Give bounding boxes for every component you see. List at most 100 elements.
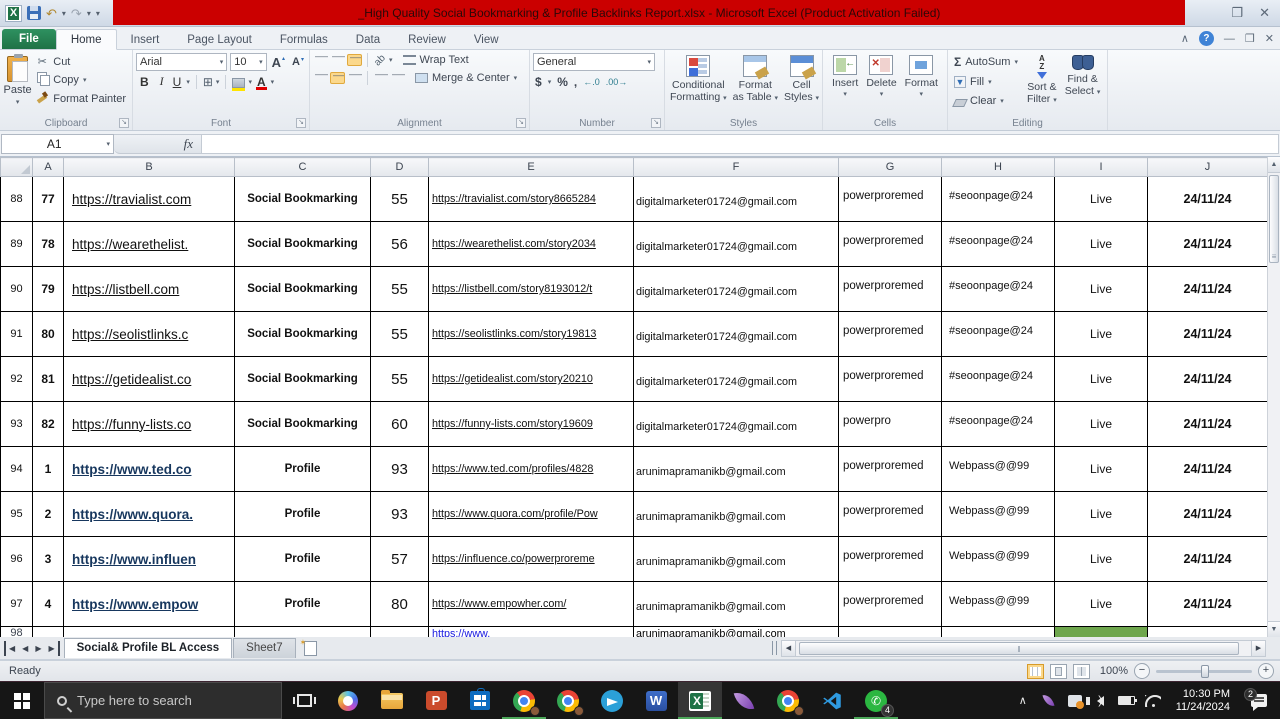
column-header-E[interactable]: E bbox=[429, 158, 634, 177]
align-bottom-icon[interactable]: ——— bbox=[347, 54, 362, 66]
cell-D96[interactable]: 57 bbox=[371, 537, 429, 582]
cell-C93[interactable]: Social Bookmarking bbox=[235, 402, 371, 447]
row-header-98[interactable]: 98 bbox=[1, 627, 33, 638]
font-family-select[interactable]: Arial ▾ bbox=[136, 53, 227, 71]
format-as-table-button[interactable]: Format as Table ▾ bbox=[731, 53, 780, 116]
comma-style-icon[interactable]: , bbox=[574, 75, 577, 89]
align-top-icon[interactable]: ——— bbox=[313, 54, 328, 66]
first-sheet-icon[interactable]: ◀ bbox=[4, 641, 18, 656]
cell-G95[interactable]: powerproremed bbox=[839, 492, 942, 537]
cell-B98[interactable] bbox=[64, 627, 235, 638]
battery-icon[interactable] bbox=[1116, 682, 1138, 719]
cut-button[interactable]: ✂ Cut bbox=[32, 53, 129, 70]
cell-F98[interactable]: arunimapramanikb@gmail.com bbox=[634, 627, 839, 638]
merge-center-button[interactable]: Merge & Center ▾ bbox=[415, 72, 517, 84]
cell-J94[interactable]: 24/11/24 bbox=[1148, 447, 1268, 492]
cell-G91[interactable]: powerproremed bbox=[839, 312, 942, 357]
wrap-text-button[interactable]: Wrap Text bbox=[403, 54, 469, 66]
sheet-tab-0[interactable]: Social& Profile BL Access bbox=[64, 638, 233, 658]
column-header-A[interactable]: A bbox=[33, 158, 64, 177]
tray-feather-icon[interactable] bbox=[1038, 682, 1060, 719]
cell-D91[interactable]: 55 bbox=[371, 312, 429, 357]
sheet-tab-1[interactable]: Sheet7 bbox=[233, 638, 295, 658]
cell-C97[interactable]: Profile bbox=[235, 582, 371, 627]
undo-icon[interactable]: ↶ bbox=[46, 7, 57, 20]
cell-G96[interactable]: powerproremed bbox=[839, 537, 942, 582]
cell-J98[interactable] bbox=[1148, 627, 1268, 638]
clear-button[interactable]: Clear ▾ bbox=[951, 93, 1021, 109]
collapse-ribbon-icon[interactable]: ∧ bbox=[1181, 32, 1189, 45]
file-explorer-button[interactable] bbox=[370, 682, 414, 719]
column-header-J[interactable]: J bbox=[1148, 158, 1268, 177]
cell-I94[interactable]: Live bbox=[1055, 447, 1148, 492]
vertical-scrollbar[interactable]: ▲ ▼ bbox=[1267, 157, 1280, 637]
column-header-H[interactable]: H bbox=[942, 158, 1055, 177]
tab-insert[interactable]: Insert bbox=[117, 30, 174, 49]
column-header-B[interactable]: B bbox=[64, 158, 235, 177]
cell-H90[interactable]: #seoonpage@24 bbox=[942, 267, 1055, 312]
cell-C89[interactable]: Social Bookmarking bbox=[235, 222, 371, 267]
cell-E92[interactable]: https://getidealist.com/story20210 bbox=[429, 357, 634, 402]
start-button[interactable] bbox=[0, 682, 44, 719]
zoom-in-button[interactable]: + bbox=[1258, 663, 1274, 679]
last-sheet-icon[interactable]: ▶ bbox=[45, 641, 59, 656]
number-format-select[interactable]: General ▾ bbox=[533, 53, 655, 71]
cell-J89[interactable]: 24/11/24 bbox=[1148, 222, 1268, 267]
tab-file[interactable]: File bbox=[2, 29, 56, 49]
whatsapp-button[interactable]: 4 bbox=[854, 682, 898, 719]
align-left-icon[interactable]: ——— bbox=[313, 72, 328, 84]
cell-C95[interactable]: Profile bbox=[235, 492, 371, 537]
cell-A92[interactable]: 81 bbox=[33, 357, 64, 402]
cell-A91[interactable]: 80 bbox=[33, 312, 64, 357]
cell-B92[interactable]: https://getidealist.co bbox=[64, 357, 235, 402]
align-middle-icon[interactable]: ——— bbox=[330, 54, 345, 66]
percent-style-icon[interactable]: % bbox=[557, 75, 568, 89]
row-header-95[interactable]: 95 bbox=[1, 492, 33, 537]
minimize-workbook-button[interactable]: — bbox=[1224, 33, 1235, 45]
horizontal-scroll-thumb[interactable] bbox=[799, 642, 1239, 655]
cell-F97[interactable]: arunimapramanikb@gmail.com bbox=[634, 582, 839, 627]
redo-dropdown-icon[interactable]: ▾ bbox=[87, 9, 91, 18]
column-header-C[interactable]: C bbox=[235, 158, 371, 177]
cell-B93[interactable]: https://funny-lists.co bbox=[64, 402, 235, 447]
cell-I93[interactable]: Live bbox=[1055, 402, 1148, 447]
clock[interactable]: 10:30 PM 11/24/2024 bbox=[1168, 688, 1238, 714]
tab-view[interactable]: View bbox=[460, 30, 513, 49]
cell-H89[interactable]: #seoonpage@24 bbox=[942, 222, 1055, 267]
clipboard-dialog-launcher[interactable]: ↘ bbox=[119, 118, 129, 128]
zoom-level[interactable]: 100% bbox=[1096, 665, 1128, 677]
cell-A98[interactable] bbox=[33, 627, 64, 638]
zoom-slider-thumb[interactable] bbox=[1201, 665, 1209, 678]
sort-filter-button[interactable]: AZ Sort & Filter ▾ bbox=[1025, 53, 1059, 116]
delete-cells-button[interactable]: Delete ▾ bbox=[864, 53, 898, 116]
feather-app-button[interactable] bbox=[722, 682, 766, 719]
cell-B97[interactable]: https://www.empow bbox=[64, 582, 235, 627]
shrink-font-button[interactable]: A▾ bbox=[290, 56, 306, 68]
cell-H96[interactable]: Webpass@@99 bbox=[942, 537, 1055, 582]
cell-J91[interactable]: 24/11/24 bbox=[1148, 312, 1268, 357]
cell-H95[interactable]: Webpass@@99 bbox=[942, 492, 1055, 537]
cell-G90[interactable]: powerproremed bbox=[839, 267, 942, 312]
cell-styles-button[interactable]: Cell Styles ▾ bbox=[782, 53, 821, 116]
help-icon[interactable]: ? bbox=[1199, 31, 1214, 46]
cell-G93[interactable]: powerpro bbox=[839, 402, 942, 447]
row-header-94[interactable]: 94 bbox=[1, 447, 33, 492]
conditional-formatting-button[interactable]: Conditional Formatting ▾ bbox=[668, 53, 729, 116]
fill-color-dropdown-icon[interactable]: ▾ bbox=[248, 78, 252, 86]
cell-J92[interactable]: 24/11/24 bbox=[1148, 357, 1268, 402]
cell-A96[interactable]: 3 bbox=[33, 537, 64, 582]
cell-E96[interactable]: https://influence.co/powerproreme bbox=[429, 537, 634, 582]
cell-A90[interactable]: 79 bbox=[33, 267, 64, 312]
page-break-view-icon[interactable] bbox=[1073, 664, 1090, 679]
wifi-icon[interactable] bbox=[1142, 682, 1164, 719]
row-header-91[interactable]: 91 bbox=[1, 312, 33, 357]
row-header-97[interactable]: 97 bbox=[1, 582, 33, 627]
cell-F89[interactable]: digitalmarketer01724@gmail.com bbox=[634, 222, 839, 267]
row-header-89[interactable]: 89 bbox=[1, 222, 33, 267]
cell-I96[interactable]: Live bbox=[1055, 537, 1148, 582]
accounting-format-icon[interactable]: $ bbox=[535, 75, 542, 89]
tab-page-layout[interactable]: Page Layout bbox=[173, 30, 266, 49]
cell-I98[interactable] bbox=[1055, 627, 1148, 638]
cell-I95[interactable]: Live bbox=[1055, 492, 1148, 537]
microsoft-store-button[interactable] bbox=[458, 682, 502, 719]
